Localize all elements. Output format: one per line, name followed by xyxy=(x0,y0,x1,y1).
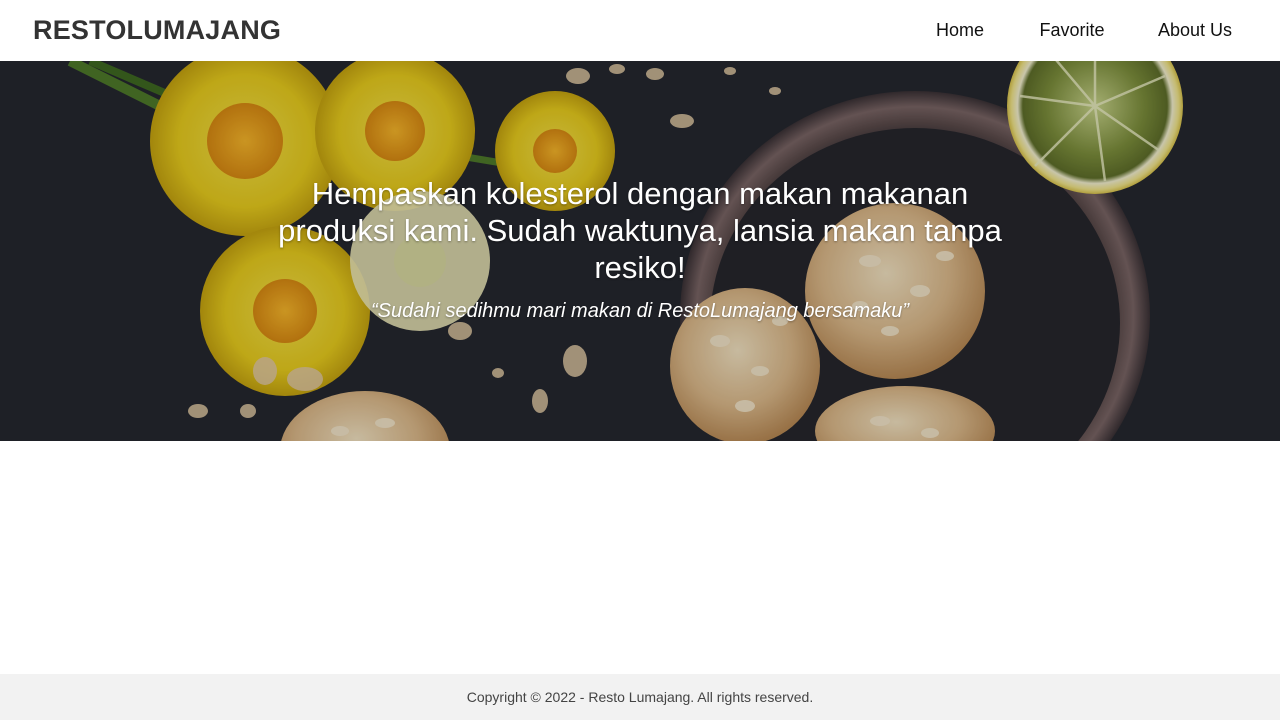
nav-item-home: Home xyxy=(910,0,1022,61)
nav-item-favorite: Favorite xyxy=(1022,0,1150,61)
main-nav: Home Favorite About Us xyxy=(910,0,1280,61)
hero-content: Hempaskan kolesterol dengan makan makana… xyxy=(250,175,1030,324)
nav-link-favorite[interactable]: Favorite xyxy=(1022,0,1122,61)
footer-copyright: Copyright © 2022 - Resto Lumajang. All r… xyxy=(466,689,814,705)
footer: Copyright © 2022 - Resto Lumajang. All r… xyxy=(0,674,1280,720)
brand-logo[interactable]: RESTOLUMAJANG xyxy=(33,15,281,46)
nav-link-home[interactable]: Home xyxy=(910,0,1010,61)
hero-section: Hempaskan kolesterol dengan makan makana… xyxy=(0,61,1280,441)
navbar: RESTOLUMAJANG Home Favorite About Us xyxy=(0,0,1280,61)
hero-tagline: “Sudahi sedihmu mari makan di RestoLumaj… xyxy=(370,300,910,322)
nav-list: Home Favorite About Us xyxy=(910,0,1240,61)
page: RESTOLUMAJANG Home Favorite About Us Hem… xyxy=(0,0,1280,720)
nav-link-about-us[interactable]: About Us xyxy=(1150,0,1240,61)
hero-title: Hempaskan kolesterol dengan makan makana… xyxy=(278,176,1002,285)
nav-item-about: About Us xyxy=(1150,0,1240,61)
